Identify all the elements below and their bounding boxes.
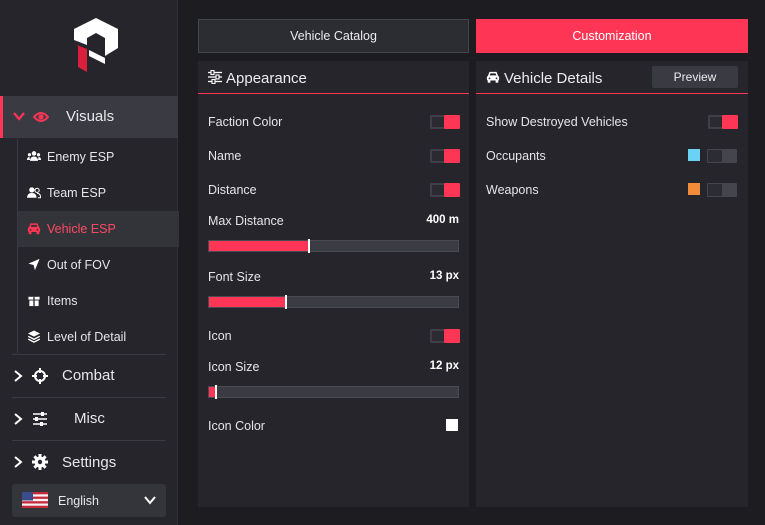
car-icon [486, 71, 500, 83]
sidebar-item-items[interactable]: Items [18, 283, 179, 319]
tab-label: Vehicle Catalog [290, 29, 377, 43]
icon-toggle[interactable] [430, 329, 460, 343]
chevron-right-icon [14, 413, 23, 425]
icon-color-label: Icon Color [208, 419, 265, 433]
users-icon [27, 151, 41, 161]
sidebar-item-level-of-detail[interactable]: Level of Detail [18, 319, 179, 355]
font-size-value: 13 px [429, 270, 459, 282]
visuals-submenu: Enemy ESP Team ESP Vehicle ESP Out of FO… [17, 139, 179, 355]
sidebar-item-label: Vehicle ESP [47, 222, 116, 236]
vehicle-details-panel: Vehicle Details Preview Show Destroyed V… [476, 61, 748, 507]
gear-icon [32, 454, 48, 470]
app-logo [74, 18, 118, 72]
slider-handle[interactable] [308, 239, 310, 253]
show-destroyed-toggle[interactable] [708, 115, 738, 129]
sidebar-category-visuals[interactable]: Visuals [0, 96, 178, 138]
us-flag-icon [22, 492, 48, 508]
chevron-down-icon [144, 496, 156, 505]
sidebar-category-label: Combat [62, 367, 115, 384]
layers-icon [27, 330, 41, 343]
slider-handle[interactable] [285, 295, 287, 309]
faction-color-toggle[interactable] [430, 115, 460, 129]
font-size-label: Font Size [208, 270, 261, 284]
name-toggle[interactable] [430, 149, 460, 163]
icon-size-slider[interactable] [208, 385, 459, 399]
user-group-icon [27, 187, 41, 199]
language-select[interactable]: English [12, 484, 166, 517]
faction-color-label: Faction Color [208, 115, 283, 129]
sidebar-category-combat[interactable]: Combat [0, 355, 178, 397]
weapons-color-swatch[interactable] [688, 183, 700, 195]
sidebar-item-out-of-fov[interactable]: Out of FOV [18, 247, 179, 283]
icon-size-label: Icon Size [208, 360, 260, 374]
tab-customization[interactable]: Customization [476, 19, 748, 53]
gift-box-icon [28, 296, 40, 307]
icon-size-value: 12 px [429, 360, 459, 372]
sidebar-item-team-esp[interactable]: Team ESP [18, 175, 179, 211]
sidebar-category-label: Settings [62, 454, 117, 471]
icon-label: Icon [208, 329, 232, 343]
sidebar-category-settings[interactable]: Settings [0, 441, 178, 483]
vehicle-details-header: Vehicle Details Preview [476, 61, 748, 94]
panel-title: Appearance [226, 70, 307, 87]
weapons-label: Weapons [486, 183, 539, 197]
sidebar-item-label: Team ESP [47, 186, 107, 200]
sidebar-category-misc[interactable]: Misc [0, 398, 178, 440]
sidebar-item-enemy-esp[interactable]: Enemy ESP [18, 139, 179, 175]
sidebar-item-label: Enemy ESP [47, 150, 115, 164]
sliders-icon [208, 70, 222, 84]
max-distance-value: 400 m [426, 214, 459, 226]
show-destroyed-label: Show Destroyed Vehicles [486, 115, 628, 129]
tab-label: Customization [572, 29, 652, 43]
sidebar-category-label: Misc [74, 410, 105, 427]
chevron-down-icon [13, 112, 25, 121]
appearance-header: Appearance [198, 61, 469, 94]
car-icon [27, 223, 41, 235]
occupants-label: Occupants [486, 149, 546, 163]
name-label: Name [208, 149, 242, 163]
slider-handle[interactable] [215, 385, 217, 399]
font-size-slider[interactable] [208, 295, 459, 309]
tab-vehicle-catalog[interactable]: Vehicle Catalog [198, 19, 469, 53]
max-distance-slider[interactable] [208, 239, 459, 253]
appearance-panel: Appearance Faction Color Name Distance M… [198, 61, 469, 507]
sidebar-item-label: Out of FOV [47, 258, 111, 272]
sliders-icon [33, 412, 47, 426]
weapons-toggle[interactable] [707, 183, 737, 197]
sidebar-item-label: Level of Detail [47, 330, 127, 344]
chevron-right-icon [14, 456, 23, 468]
sidebar-category-label: Visuals [66, 108, 115, 125]
preview-button-label: Preview [673, 70, 717, 84]
occupants-color-swatch[interactable] [688, 149, 700, 161]
distance-label: Distance [208, 183, 257, 197]
location-arrow-icon [28, 258, 40, 271]
eye-icon [33, 112, 49, 122]
sidebar-item-vehicle-esp[interactable]: Vehicle ESP [18, 211, 179, 247]
sidebar: Visuals Enemy ESP Team ESP Vehicle ESP O… [0, 0, 179, 525]
chevron-right-icon [14, 370, 23, 382]
sidebar-item-label: Items [47, 294, 78, 308]
language-label: English [58, 494, 99, 508]
distance-toggle[interactable] [430, 183, 460, 197]
crosshair-icon [32, 368, 48, 384]
preview-button[interactable]: Preview [652, 66, 738, 88]
max-distance-label: Max Distance [208, 214, 284, 228]
icon-color-swatch[interactable] [446, 419, 458, 431]
occupants-toggle[interactable] [707, 149, 737, 163]
panel-title: Vehicle Details [504, 70, 603, 87]
